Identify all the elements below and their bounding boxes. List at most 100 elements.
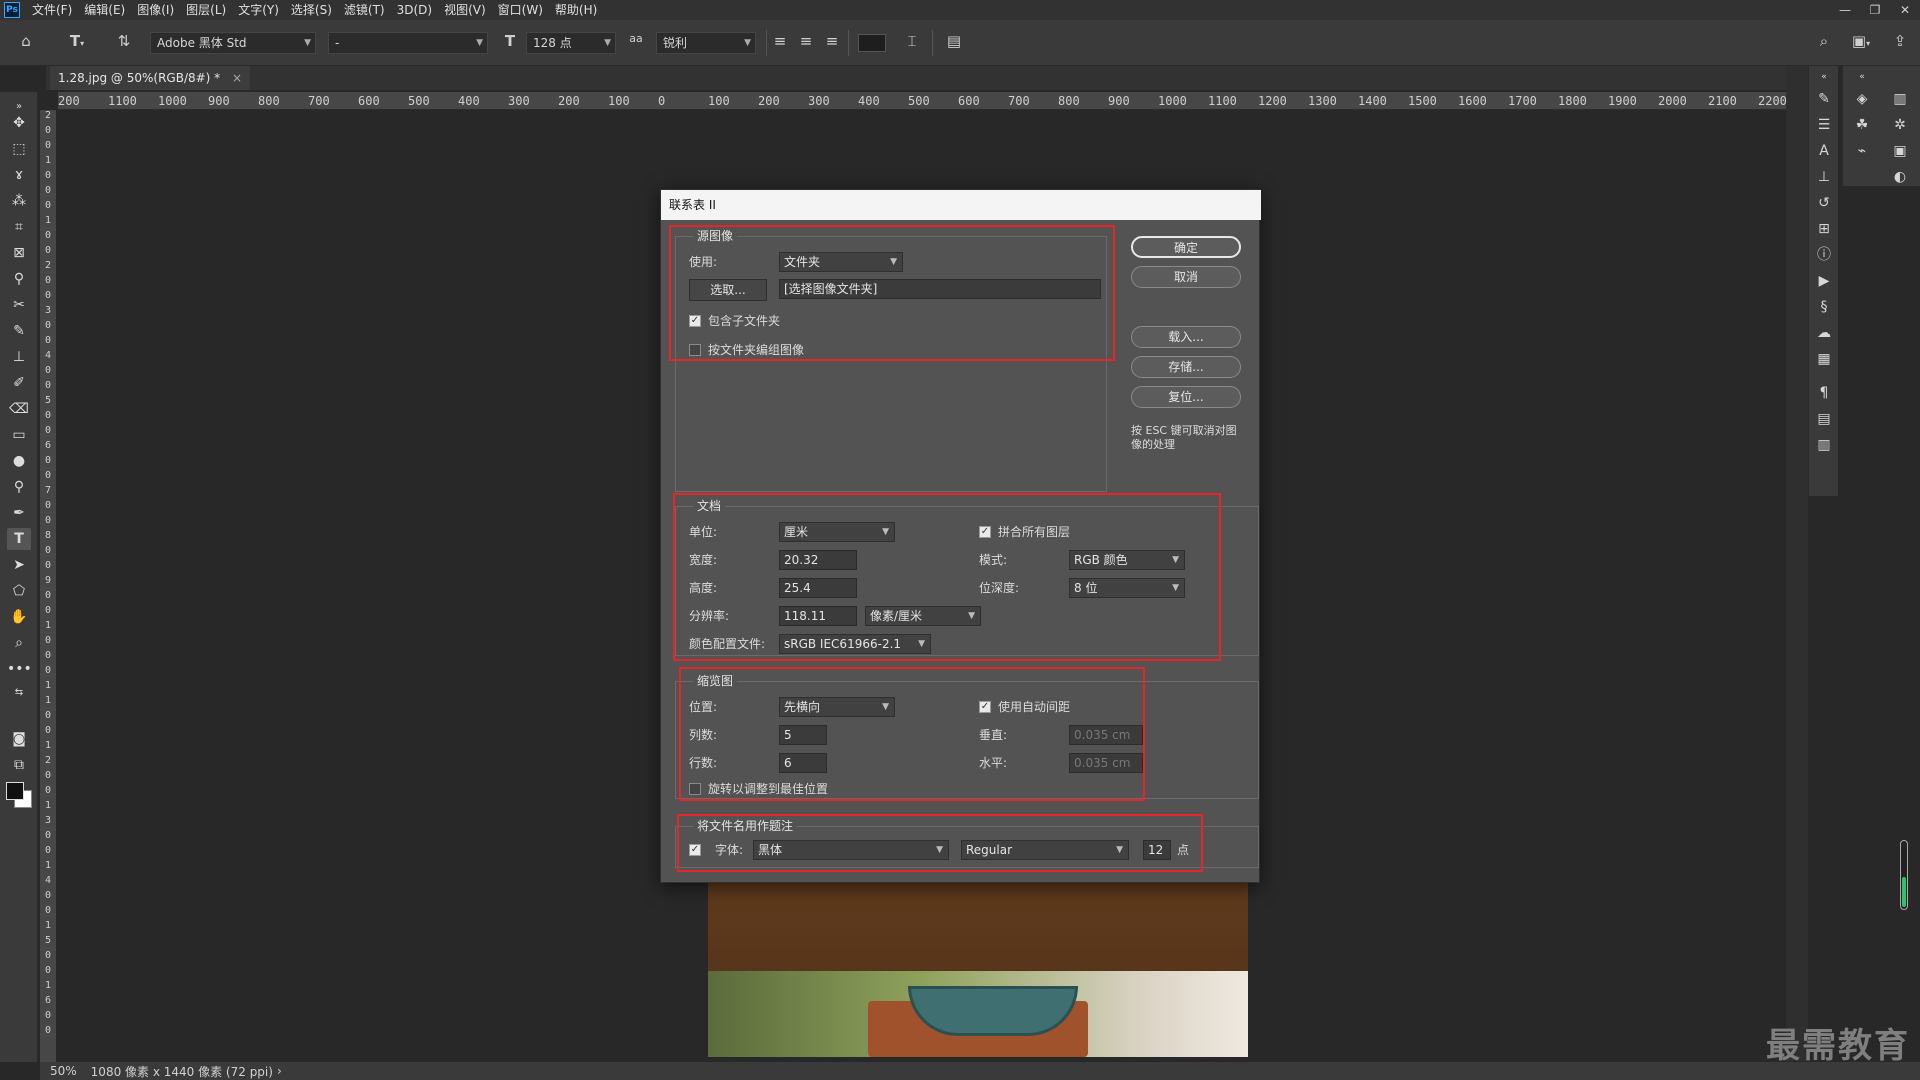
separator [932,30,933,56]
properties-icon[interactable]: ◐ [1889,166,1911,188]
cancel-button[interactable]: 取消 [1131,266,1241,288]
menu-file[interactable]: 文件(F) [26,0,78,20]
history-brush-icon[interactable]: ✐ [7,372,31,394]
load-button[interactable]: 载入... [1131,326,1241,348]
horizontal-ruler: 200 1100 1000 900 800 700 600 500 400 300 200 100 0 1… [58,92,1786,110]
share-icon[interactable]: ⇪ [1888,32,1912,50]
align-left-icon[interactable]: ≡ [770,32,790,50]
warp-text-icon[interactable]: ⌶ [900,32,924,50]
path-select-icon[interactable]: ➤ [7,554,31,576]
blur-tool-icon[interactable]: ● [7,450,31,472]
paragraph-styles-icon[interactable]: ▤ [1813,408,1835,430]
libraries-icon[interactable]: ▣ [1889,140,1911,162]
scrollbar-thumb[interactable] [1902,877,1906,907]
workspace-icon[interactable]: ▣▾ [1846,32,1876,50]
zoom-tool-icon[interactable]: ⌕ [7,632,31,654]
paths-icon[interactable]: ⌁ [1851,140,1873,162]
dodge-tool-icon[interactable]: ⚲ [7,476,31,498]
adjustments-icon[interactable]: ☰ [1813,114,1835,136]
pen-tool-icon[interactable]: ✒ [7,502,31,524]
layer-comps-icon[interactable]: ⊞ [1813,218,1835,240]
character-styles-icon[interactable]: ▥ [1813,434,1835,456]
ruler-tick-label: 0 [44,845,52,856]
ruler-tick-label: 0 [44,830,52,841]
menu-select[interactable]: 选择(S) [285,0,338,20]
close-window-icon[interactable]: ✕ [1890,3,1920,17]
reset-button[interactable]: 复位... [1131,386,1241,408]
search-icon[interactable]: ⌕ [1812,32,1836,50]
hand-tool-icon[interactable]: ✋ [7,606,31,628]
menu-help[interactable]: 帮助(H) [549,0,603,20]
menu-edit[interactable]: 编辑(E) [78,0,131,20]
ruler-tick-label: 1100 [1208,94,1237,108]
quick-select-tool-icon[interactable]: ⁂ [7,190,31,212]
shape-tool-icon[interactable]: ⬠ [7,580,31,602]
menu-image[interactable]: 图像(I) [131,0,180,20]
font-style-select[interactable]: - ▼ [328,32,488,54]
collapse-icon[interactable]: « [1851,66,1873,88]
antialias-select[interactable]: 锐利 ▼ [656,32,756,54]
collapse-icon[interactable]: « [1813,66,1835,88]
crop-tool-icon[interactable]: ⌗ [7,216,31,238]
align-center-icon[interactable]: ≡ [796,32,816,50]
lasso-tool-icon[interactable]: ɤ [7,164,31,186]
ruler-tick-label: 0 [44,965,52,976]
3d-icon[interactable]: ☁ [1813,322,1835,344]
font-size-select[interactable]: 128 点 ▼ [526,32,616,54]
notes-icon[interactable]: § [1813,296,1835,318]
paragraph-icon[interactable]: ¶ [1813,382,1835,404]
toggle-text-orientation-icon[interactable]: ⇅ [112,32,136,50]
layers-icon[interactable]: ◈ [1851,88,1873,110]
clone-source-icon[interactable]: ⊥ [1813,166,1835,188]
home-icon[interactable]: ⌂ [14,32,38,50]
zoom-level[interactable]: 50% [50,1064,77,1078]
navigator-icon[interactable]: ✲ [1889,114,1911,136]
menu-filter[interactable]: 滤镜(T) [338,0,391,20]
clone-stamp-icon[interactable]: ⊥ [7,346,31,368]
save-button[interactable]: 存储... [1131,356,1241,378]
foreground-color-swatch[interactable] [6,782,24,800]
channels-icon[interactable]: ☘ [1851,114,1873,136]
document-tab[interactable]: 1.28.jpg @ 50%(RGB/8#) * × [50,66,251,90]
marquee-tool-icon[interactable]: ⬚ [7,138,31,160]
more-tools-icon[interactable]: ••• [7,658,32,680]
timeline-icon[interactable]: ▦ [1813,348,1835,370]
gradient-tool-icon[interactable]: ▭ [7,424,31,446]
frame-tool-icon[interactable]: ⊠ [7,242,31,264]
screen-mode-icon[interactable]: ⧉ [7,754,31,776]
menu-type[interactable]: 文字(Y) [232,0,285,20]
ok-button[interactable]: 确定 [1131,236,1241,258]
menu-3d[interactable]: 3D(D) [391,0,438,20]
align-right-icon[interactable]: ≡ [822,32,842,50]
healing-brush-icon[interactable]: ✂ [7,294,31,316]
font-family-select[interactable]: Adobe 黑体 Std ▼ [150,32,316,54]
history-icon[interactable]: ↺ [1813,192,1835,214]
ruler-tick-label: 1700 [1508,94,1537,108]
menu-view[interactable]: 视图(V) [438,0,492,20]
brush-settings-icon[interactable]: ✎ [1813,88,1835,110]
type-tool-icon[interactable]: T [7,528,31,550]
brush-tool-icon[interactable]: ✎ [7,320,31,342]
swap-colors-icon[interactable]: ⇆ [7,682,31,704]
restore-icon[interactable]: ❐ [1860,3,1890,17]
vertical-scrollbar[interactable] [1900,840,1908,910]
separator [848,30,849,56]
character-panel-icon[interactable]: ▤ [942,32,966,50]
histogram-icon[interactable]: ▥ [1889,88,1911,110]
type-tool-preset-icon[interactable]: T▾ [62,32,92,50]
text-color-swatch[interactable] [858,34,886,52]
ruler-tick-label: 2 [44,755,52,766]
minimize-icon[interactable]: — [1830,3,1860,17]
menu-window[interactable]: 窗口(W) [492,0,549,20]
eraser-tool-icon[interactable]: ⌫ [7,398,31,420]
eyedropper-tool-icon[interactable]: ⚲ [7,268,31,290]
actions-play-icon[interactable]: ▶ [1813,270,1835,292]
character-icon[interactable]: A [1813,140,1835,162]
ruler-tick-label: 900 [208,94,230,108]
menu-layer[interactable]: 图层(L) [180,0,232,20]
status-menu-arrow-icon[interactable]: › [277,1064,282,1078]
close-tab-icon[interactable]: × [232,71,242,85]
info-icon[interactable]: ⓘ [1813,244,1835,266]
move-tool-icon[interactable]: ✥ [7,112,31,134]
quick-mask-icon[interactable]: ◙ [7,728,31,750]
